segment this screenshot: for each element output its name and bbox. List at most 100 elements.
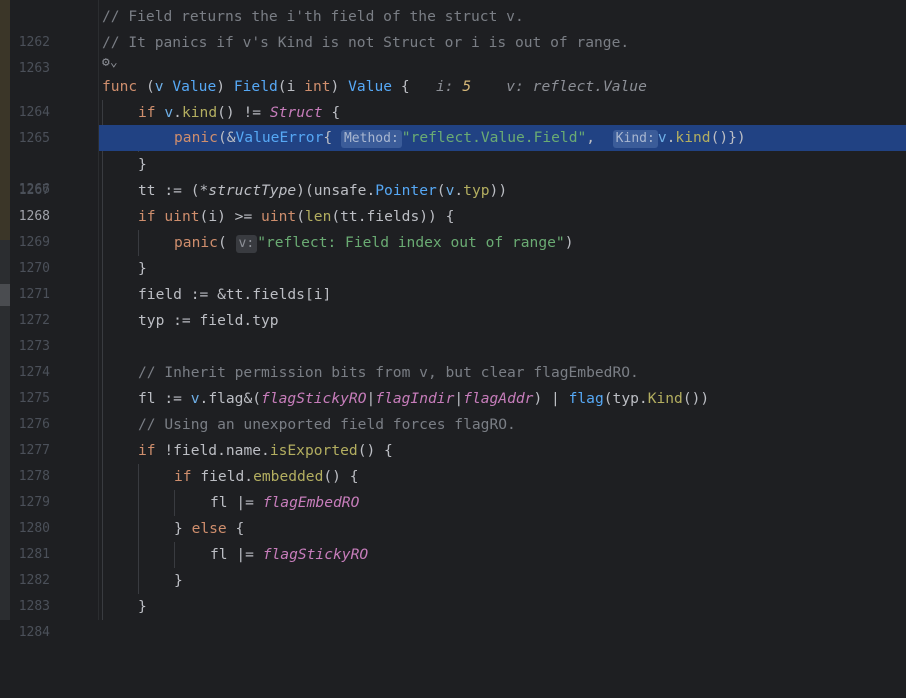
code-editor[interactable]: 1262 // Field returns the i'th field of … (0, 0, 906, 640)
punct: ) (216, 78, 234, 95)
punct: )) (489, 182, 508, 199)
punct: (typ. (603, 390, 648, 407)
line-code[interactable]: if field.embedded() { (174, 464, 359, 490)
punct: ()) (682, 390, 710, 407)
code-line[interactable]: 1280 fl |= flagEmbedRO (0, 490, 906, 536)
line-code[interactable]: if !field.name.isExported() { (138, 438, 393, 464)
line-code[interactable]: fl := v.flag&(flagStickyRO|flagIndir|fla… (138, 386, 709, 412)
punct: . (173, 104, 182, 121)
type-keyword: uint (261, 208, 297, 225)
line-code[interactable]: tt := (*structType)(unsafe.Pointer(v.typ… (138, 178, 507, 204)
line-code[interactable]: // Field returns the i'th field of the s… (102, 4, 524, 30)
code-line[interactable]: 1279 if field.embedded() { (0, 464, 906, 510)
param-hint: v: (235, 235, 258, 253)
method-call: kind (181, 104, 218, 121)
comment: // Using an unexported field forces flag… (138, 416, 516, 433)
line-code[interactable]: field := &tt.fields[i] (138, 282, 331, 308)
field: flag (208, 390, 244, 407)
line-code[interactable]: } (138, 152, 147, 178)
builtin-call: len (305, 208, 332, 225)
debug-hint: v: reflect.Value (506, 78, 647, 95)
type-name: Value (172, 78, 217, 95)
punct: } (174, 520, 192, 537)
string-literal: "reflect.Value.Field" (401, 129, 587, 146)
type-name: Pointer (375, 182, 437, 199)
field: fields (252, 286, 305, 303)
method-call: isExported (269, 442, 358, 459)
code-line[interactable]: 1269 if uint(i) >= uint(len(tt.fields)) … (0, 204, 906, 250)
line-code[interactable]: fl |= flagStickyRO (210, 542, 368, 568)
punct: } (138, 156, 147, 173)
punct: ) | (533, 390, 569, 407)
code-line-current[interactable]: 1268 tt := (*structType)(unsafe.Pointer(… (0, 178, 906, 224)
keyword: if (138, 208, 156, 225)
keyword: if (138, 104, 156, 121)
generate-icon[interactable]: ⚙⌄ (102, 55, 118, 70)
punct: , (586, 129, 604, 146)
code-line[interactable]: 1262 // Field returns the i'th field of … (0, 4, 906, 50)
hint-label: i: (435, 78, 463, 95)
constant: Struct (269, 104, 323, 121)
punct: (& (217, 129, 236, 146)
code-line[interactable]: 1284 } (0, 594, 906, 640)
punct: ()}) (710, 129, 746, 146)
keyword: func (102, 78, 138, 95)
type-keyword: uint (164, 208, 200, 225)
punct (164, 78, 173, 95)
code-line[interactable]: 1276 fl := v.flag&(flagStickyRO|flagIndi… (0, 386, 906, 432)
line-code[interactable]: panic( v: "reflect: Field index out of ra… (174, 230, 574, 256)
punct: )( (296, 182, 314, 199)
code-line[interactable]: 1273 typ := field.typ (0, 308, 906, 354)
code-line[interactable]: 1263 // It panics if v's Kind is not Str… (0, 30, 906, 76)
code-line[interactable]: 1271 } (0, 256, 906, 302)
line-code[interactable]: func (v Value) Field(i int) Value { i: 5… (102, 74, 647, 100)
method-call: embedded (253, 468, 324, 485)
code-line[interactable]: 1275 // Inherit permission bits from v, … (0, 360, 906, 406)
line-code[interactable]: fl |= flagEmbedRO (210, 490, 359, 516)
code-line[interactable]: 1274 (0, 334, 906, 380)
line-code[interactable]: } else { (174, 516, 244, 542)
code-line[interactable]: 1265 if v.kind() != Struct { (0, 100, 906, 146)
receiver: v (154, 78, 164, 95)
code-line[interactable]: 1264 func (v Value) Field(i int) Value {… (0, 74, 906, 120)
constant: flagStickyRO (262, 546, 369, 563)
punct: ( (296, 208, 305, 225)
code-line[interactable]: 1272 field := &tt.fields[i] (0, 282, 906, 328)
line-number: 1284 (18, 625, 50, 640)
debug-hint: i: 5 (436, 78, 471, 95)
code-line[interactable]: 1283 } (0, 568, 906, 614)
punct: { (226, 520, 245, 537)
receiver: v (657, 129, 667, 146)
code-line-execution-point[interactable]: 1266 panic(&ValueError{ Method: "reflect.… (0, 125, 906, 197)
punct: fl |= (210, 494, 263, 511)
line-code[interactable]: panic(&ValueError{ Method: "reflect.Value… (174, 125, 746, 151)
code-line[interactable]: 1278 if !field.name.isExported() { (0, 438, 906, 484)
line-code[interactable]: } (174, 568, 183, 594)
line-code[interactable]: if v.kind() != Struct { (138, 100, 340, 126)
line-code[interactable]: if uint(i) >= uint(len(tt.fields)) { (138, 204, 454, 230)
line-code[interactable]: } (138, 256, 147, 282)
type-keyword: int (304, 78, 331, 95)
code-line[interactable]: 1270 panic( v: "reflect: Field index out … (0, 230, 906, 276)
punct: ( (277, 78, 287, 95)
punct: ( (137, 78, 155, 95)
punct: [i] (304, 286, 332, 303)
keyword: else (191, 520, 227, 537)
constant: flagEmbedRO (262, 494, 360, 511)
code-line[interactable]: 1277 // Using an unexported field forces… (0, 412, 906, 458)
line-code[interactable]: // Using an unexported field forces flag… (138, 412, 516, 438)
line-code[interactable]: } (138, 594, 147, 620)
punct: () != (217, 104, 270, 121)
punct: . (261, 442, 270, 459)
type-name: flag (568, 390, 604, 407)
line-code[interactable]: // Inherit permission bits from v, but c… (138, 360, 639, 386)
punct: typ := field. (138, 312, 253, 329)
code-line[interactable]: 1281 } else { (0, 516, 906, 562)
code-line[interactable]: 1267 } (0, 152, 906, 198)
punct: { (392, 78, 410, 95)
code-line[interactable]: 1282 fl |= flagStickyRO (0, 542, 906, 588)
line-code[interactable]: // It panics if v's Kind is not Struct o… (102, 30, 629, 56)
builtin-call: panic (174, 234, 218, 251)
string-literal: "reflect: Field index out of range" (257, 234, 565, 251)
line-code[interactable]: typ := field.typ (138, 308, 279, 334)
